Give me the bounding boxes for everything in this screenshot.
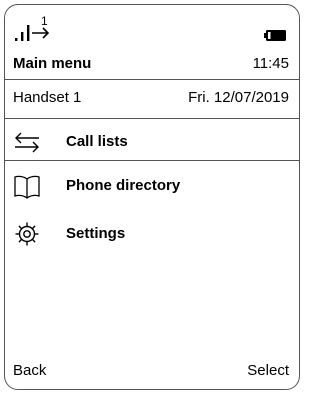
menu-item-call-lists[interactable]: Call lists [5, 129, 299, 157]
settings-gear-icon [15, 222, 39, 246]
handset-display: 1 Main menu 11:45 Handset 1 Fri. 12/07/2… [4, 4, 300, 390]
phone-directory-icon [14, 175, 40, 199]
select-softkey[interactable]: Select [247, 362, 289, 379]
handset-info-row: Handset 1 Fri. 12/07/2019 [13, 88, 289, 108]
divider [5, 79, 299, 80]
menu-item-label: Phone directory [66, 177, 181, 194]
line-number: 1 [41, 14, 48, 28]
handset-name: Handset 1 [13, 89, 82, 106]
divider [5, 160, 299, 161]
menu-item-settings[interactable]: Settings [5, 221, 299, 249]
back-softkey[interactable]: Back [13, 362, 46, 379]
divider [5, 118, 299, 119]
page-title: Main menu [13, 55, 92, 72]
date-display: Fri. 12/07/2019 [188, 89, 289, 106]
menu-item-label: Settings [66, 225, 126, 242]
call-lists-icon [15, 132, 39, 153]
status-bar: 1 [5, 5, 299, 47]
menu-item-phone-directory[interactable]: Phone directory [5, 173, 299, 201]
menu-title-row: Main menu 11:45 [13, 54, 289, 74]
battery-icon [264, 30, 286, 41]
clock-time: 11:45 [252, 55, 289, 72]
menu-item-label: Call lists [66, 133, 128, 150]
